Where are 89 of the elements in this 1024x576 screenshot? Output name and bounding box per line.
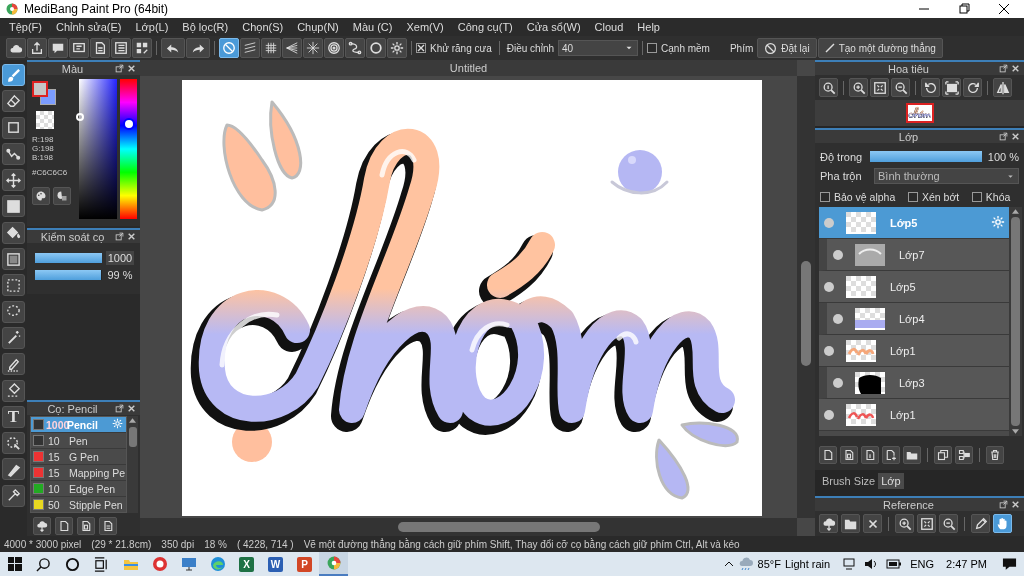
brush-size: 50	[47, 498, 61, 511]
layer-name: Lớp7	[899, 248, 926, 261]
menu-item[interactable]: Cloud	[587, 21, 631, 33]
brush-name: Edge Pen	[69, 482, 117, 495]
temperature: 85°F	[757, 558, 781, 570]
brush-list-item[interactable]: 10 Edge Pen	[31, 481, 126, 497]
menu-item[interactable]: Bộ lọc(R)	[175, 21, 236, 33]
field-label: Pha trộn	[820, 170, 863, 183]
document-tab[interactable]: Untitled	[449, 62, 488, 74]
menu-item[interactable]: Lớp(L)	[128, 21, 176, 33]
brush-name: G Pen	[69, 450, 100, 463]
field-label: Điều chỉnh	[506, 42, 555, 54]
menu-item[interactable]: Chỉnh sửa(E)	[49, 21, 129, 33]
brush-size: 10	[47, 482, 61, 495]
brush-list-item[interactable]: 15 G Pen	[31, 449, 126, 465]
field-label: Phím	[729, 42, 754, 54]
layer-row[interactable]: Lớp1	[819, 335, 1009, 368]
layer-row[interactable]: Lớp3	[819, 367, 1009, 400]
brush-size: 15	[47, 450, 61, 463]
text-tool-button[interactable]: T	[2, 405, 25, 428]
layer-name: Lớp4	[899, 312, 926, 325]
panel-title: Kiểm soát cọ	[40, 230, 105, 243]
checkbox-label: Khử răng cưa	[430, 42, 492, 54]
color-value: B:198	[32, 153, 54, 162]
brush-size: 15	[47, 466, 61, 479]
blend-mode-dropdown[interactable]: Bình thường	[874, 168, 1019, 185]
taskbar-app[interactable]: X	[232, 552, 261, 576]
powerpoint-app-icon: P	[297, 556, 312, 572]
panel-tab[interactable]: Lớp	[878, 473, 904, 489]
brush-name: Pencil	[67, 418, 99, 431]
status-physical: (29 * 21.8cm)	[91, 538, 152, 550]
checkbox-label: Xén bớt	[921, 190, 960, 203]
status-position: ( 4228, 714 )	[236, 538, 294, 550]
panel-title: Reference	[883, 498, 934, 511]
panel-title: Màu	[61, 62, 84, 75]
layer-row[interactable]: Lớp1	[819, 399, 1009, 432]
layer-row[interactable]: Lớp5	[819, 271, 1009, 304]
menu-item[interactable]: Màu (C)	[345, 21, 400, 33]
layer-name: Lớp1	[890, 344, 917, 357]
status-message: Vẽ một đường thẳng bằng cách giữ phím Shift, Thay đổi cỡ cọ bằng cách giữ phím Ctrl, Alt và kéo	[303, 538, 740, 550]
brush-list-item[interactable]: 15 Mapping Pe	[31, 465, 126, 481]
field-label: Độ trong	[820, 150, 864, 163]
hex-value: #C6C6C6	[32, 168, 69, 177]
brush-opacity-value: 99 %	[106, 269, 134, 281]
status-size: 4000 * 3000 pixel	[4, 538, 82, 550]
excel-app-icon: X	[239, 556, 254, 572]
layer-name: Lớp1	[890, 408, 917, 421]
menu-item[interactable]: Chọn(S)	[235, 21, 291, 33]
layer-name: Lớp3	[899, 376, 926, 389]
language-indicator[interactable]: ENG	[910, 558, 935, 570]
weather-text: Light rain	[784, 558, 831, 570]
correction-dropdown[interactable]: 40	[558, 40, 639, 56]
checkbox-label: Khóa	[985, 190, 1011, 203]
taskbar-app[interactable]: W	[261, 552, 290, 576]
word-app-icon: W	[268, 556, 283, 572]
layer-row[interactable]: Lớp7	[819, 239, 1009, 272]
menu-item[interactable]: Chụp(N)	[290, 21, 346, 33]
brush-name: Pen	[69, 434, 89, 447]
brush-size: 10	[47, 434, 61, 447]
opacity-value: 100 %	[987, 150, 1019, 163]
status-zoom: 18 %	[204, 538, 227, 550]
panel-title: Cọ: Pencil	[47, 402, 98, 415]
menu-item[interactable]: Xem(V)	[399, 21, 451, 33]
straight-line-button[interactable]: Tạo một đường thẳng	[817, 38, 943, 58]
color-value: R:198	[32, 135, 55, 144]
clock[interactable]: 2:47 PM	[946, 558, 987, 570]
checkbox-label: Bảo vệ alpha	[834, 190, 896, 203]
taskbar-app[interactable]: P	[290, 552, 319, 576]
reset-button[interactable]: Đặt lại	[757, 38, 817, 58]
panel-title: Hoa tiêu	[888, 62, 929, 75]
brush-list-item[interactable]: 50 Stipple Pen	[31, 497, 126, 512]
status-dpi: 350 dpi	[161, 538, 195, 550]
brush-list-item[interactable]: 10 Pen	[31, 433, 126, 449]
brush-name: Mapping Pe	[69, 466, 126, 479]
window-title: MediBang Paint Pro (64bit)	[24, 2, 170, 16]
menu-item[interactable]: Tệp(F)	[2, 21, 49, 33]
brush-name: Stipple Pen	[69, 498, 124, 511]
color-value: G:198	[32, 144, 55, 153]
layer-row[interactable]: Lớp4	[819, 303, 1009, 336]
menu-item[interactable]: Help	[630, 21, 667, 33]
menu-item[interactable]: Cửa sổ(W)	[519, 21, 588, 33]
menu-item[interactable]: Công cụ(T)	[450, 21, 520, 33]
panel-tab[interactable]: Brush Size	[819, 473, 879, 489]
brush-size-value: 1000	[106, 251, 134, 265]
brush-size: 1000	[45, 418, 67, 431]
layer-name: Lớp5	[890, 216, 919, 229]
panel-title: Lớp	[898, 130, 919, 143]
checkbox-label: Cạnh mềm	[661, 42, 710, 54]
layer-name: Lớp5	[890, 280, 917, 293]
